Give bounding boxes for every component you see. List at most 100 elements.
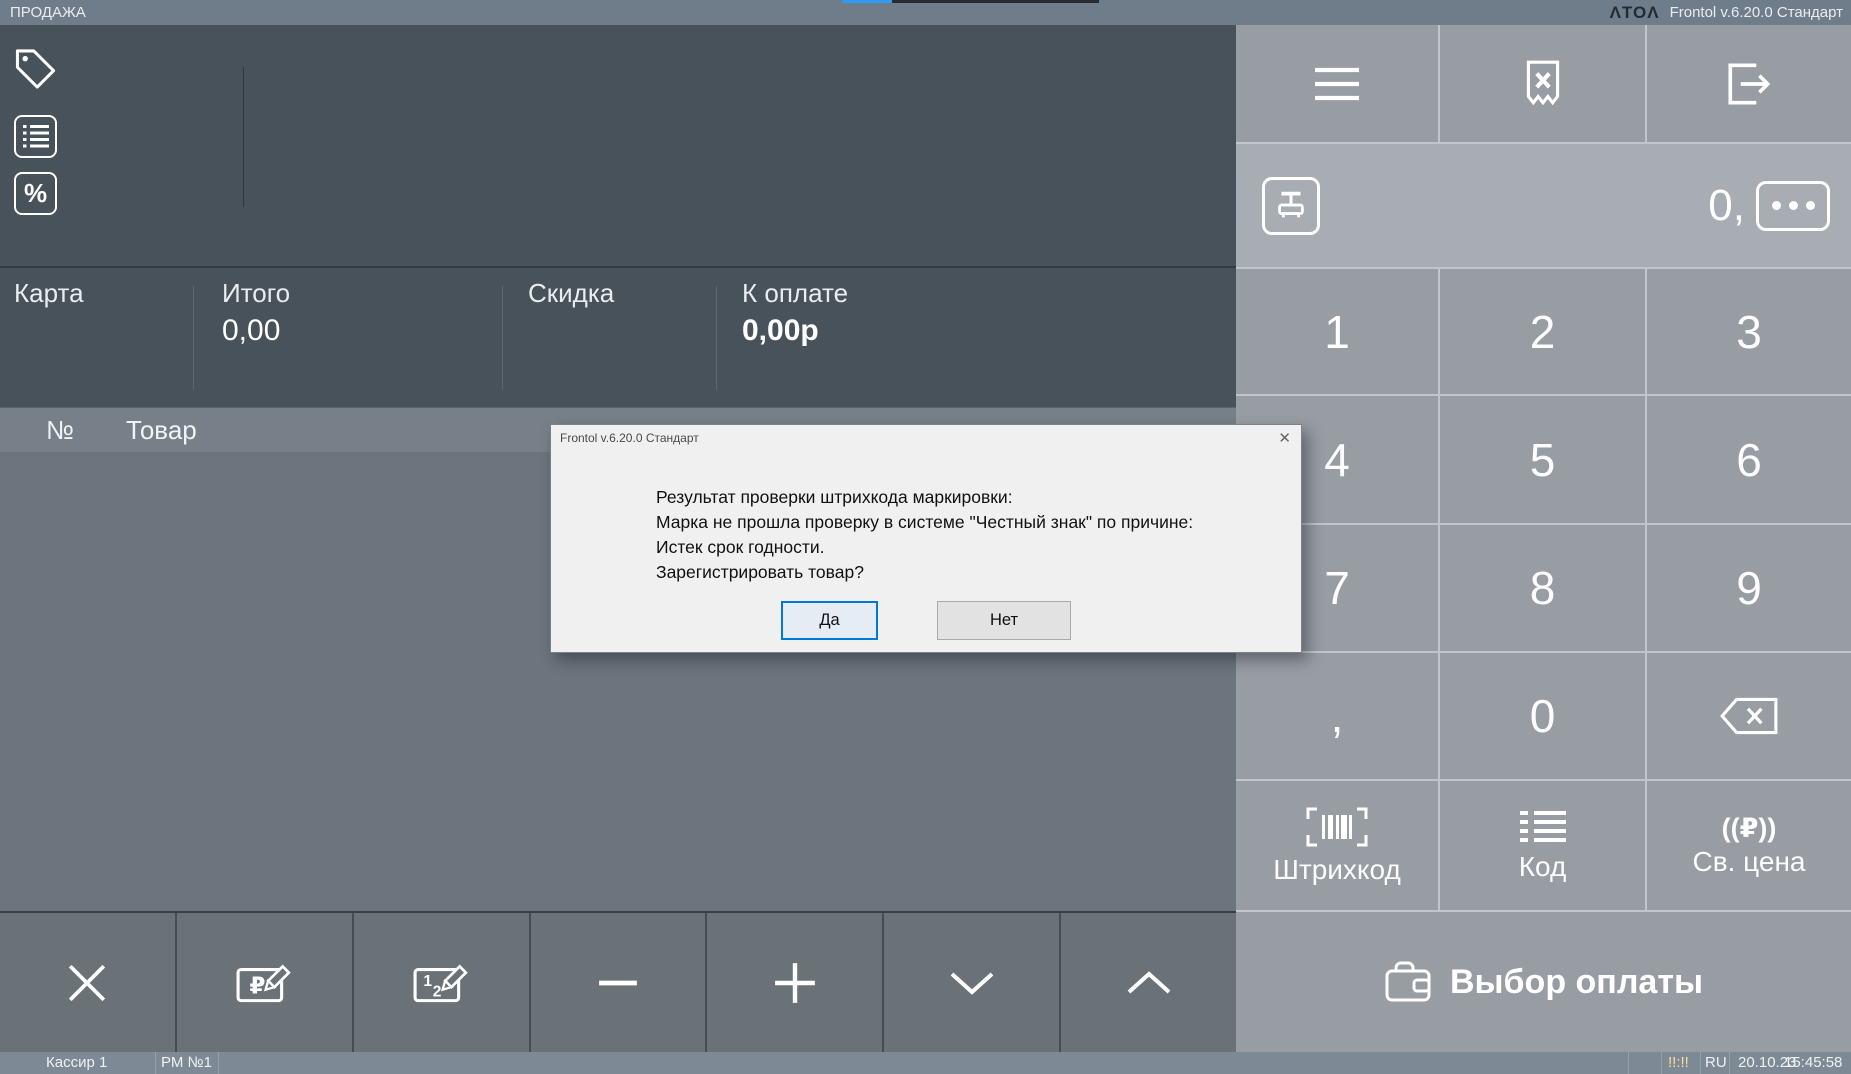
digits-pencil-icon: 1 2 <box>413 959 469 1007</box>
entry-value: 0, <box>1708 181 1745 231</box>
edit-quantity-button[interactable]: 1 2 <box>354 913 531 1052</box>
more-icon <box>1789 201 1798 210</box>
svg-text:₽: ₽ <box>250 972 266 998</box>
mode-title: ПРОДАЖА <box>10 4 86 21</box>
sale-panel: % <box>0 25 1236 266</box>
divider <box>716 286 717 390</box>
chevron-up-icon <box>1125 970 1173 996</box>
tag-button[interactable] <box>14 47 57 90</box>
card-label: Карта <box>14 278 84 309</box>
key-8[interactable]: 8 <box>1440 525 1645 651</box>
decrease-button[interactable] <box>531 913 708 1052</box>
edit-price-button[interactable]: ₽ <box>177 913 354 1052</box>
barcode-button[interactable]: Штрихкод <box>1236 781 1438 910</box>
free-price-icon: ((₽)) <box>1722 813 1777 844</box>
due-label: К оплате <box>742 278 848 309</box>
top-progress-strip-dark <box>892 0 1099 3</box>
top-progress-strip-blue <box>842 0 892 3</box>
discount-button[interactable]: % <box>14 172 57 215</box>
key-1[interactable]: 1 <box>1236 269 1438 394</box>
status-bar: Кассир 1 РМ №1 !!:!! RU 20.10.23 15:45:5… <box>0 1052 1851 1074</box>
increase-button[interactable] <box>707 913 884 1052</box>
entry-field[interactable]: 0, <box>1236 144 1851 267</box>
backspace-button[interactable] <box>1647 653 1851 779</box>
hamburger-menu-icon <box>1313 67 1361 101</box>
dialog-message-line: Зарегистрировать товар? <box>656 562 864 583</box>
yes-button[interactable]: Да <box>781 601 878 640</box>
divider <box>193 286 194 390</box>
exit-button[interactable] <box>1647 25 1851 142</box>
no-button[interactable]: Нет <box>937 601 1071 640</box>
cancel-receipt-button[interactable] <box>1440 25 1645 142</box>
payment-label: Выбор оплаты <box>1450 963 1703 1002</box>
keypad: 0, 1 2 3 4 5 6 7 8 9 , 0 <box>1236 25 1851 1052</box>
code-button[interactable]: Код <box>1440 781 1645 910</box>
language-indicator: RU <box>1705 1054 1727 1071</box>
dialog-message-line: Марка не прошла проверку в системе "Чест… <box>656 512 1193 533</box>
subtotal-label: Итого <box>222 278 290 309</box>
wallet-icon <box>1384 960 1434 1004</box>
key-5[interactable]: 5 <box>1440 396 1645 523</box>
dialog-message-line: Истек срок годности. <box>656 537 825 558</box>
frontol-pos-window: ПРОДАЖА ΛTOΛ Frontol v.6.20.0 Стандарт <box>0 0 1851 1074</box>
cashier-label: Кассир 1 <box>46 1054 107 1071</box>
edit-toolbar: ₽ 1 2 <box>0 911 1236 1052</box>
percent-icon: % <box>24 178 47 209</box>
col-num-header: № <box>46 415 74 446</box>
atol-logo: ΛTOΛ <box>1610 3 1660 23</box>
svg-text:2: 2 <box>433 983 442 1000</box>
more-icon <box>1806 201 1815 210</box>
chevron-down-icon <box>948 970 996 996</box>
view-list-button[interactable] <box>14 115 57 158</box>
minus-icon <box>597 978 639 988</box>
key-comma[interactable]: , <box>1236 653 1438 779</box>
more-icon <box>1772 201 1781 210</box>
scale-button[interactable] <box>1262 177 1320 235</box>
free-price-button[interactable]: ((₽)) Св. цена <box>1647 781 1851 910</box>
divider <box>155 1052 156 1074</box>
weighing-scale-icon <box>1272 187 1310 225</box>
code-label: Код <box>1519 851 1567 883</box>
key-0[interactable]: 0 <box>1440 653 1645 779</box>
title-bar: ПРОДАЖА ΛTOΛ Frontol v.6.20.0 Стандарт <box>0 0 1851 25</box>
key-3[interactable]: 3 <box>1647 269 1851 394</box>
exit-icon <box>1723 60 1775 108</box>
divider <box>1700 1052 1701 1074</box>
divider <box>1628 1052 1629 1074</box>
close-icon[interactable]: ✕ <box>1278 429 1291 447</box>
time-label: 15:45:58 <box>1784 1054 1842 1071</box>
backspace-icon <box>1719 696 1779 736</box>
subtotal-value: 0,00 <box>222 314 280 348</box>
discount-label: Скидка <box>528 278 614 309</box>
svg-text:1: 1 <box>424 973 433 990</box>
key-2[interactable]: 2 <box>1440 269 1645 394</box>
cancel-item-button[interactable] <box>0 913 177 1052</box>
x-cross-icon <box>66 962 108 1004</box>
divider <box>218 1052 219 1074</box>
barcode-label: Штрихкод <box>1273 854 1401 886</box>
dialog-message-line: Результат проверки штрихкода маркировки: <box>656 487 1013 508</box>
ruble-pencil-icon: ₽ <box>236 959 292 1007</box>
price-tag-icon <box>14 46 57 92</box>
marking-check-dialog: Frontol v.6.20.0 Стандарт ✕ Результат пр… <box>550 424 1302 653</box>
scroll-down-button[interactable] <box>884 913 1061 1052</box>
list-icon <box>23 125 49 148</box>
divider <box>1729 1052 1730 1074</box>
receipt-x-icon <box>1524 59 1562 109</box>
app-version-title: Frontol v.6.20.0 Стандарт <box>1670 4 1843 21</box>
barcode-icon <box>1304 806 1370 848</box>
sync-alert-badge: !!:!! <box>1668 1054 1689 1071</box>
menu-button[interactable] <box>1236 25 1438 142</box>
dialog-title: Frontol v.6.20.0 Стандарт <box>560 431 699 445</box>
scroll-up-button[interactable] <box>1061 913 1236 1052</box>
workstation-label: РМ №1 <box>161 1054 212 1071</box>
payment-button[interactable]: Выбор оплаты <box>1236 912 1851 1052</box>
plus-icon <box>773 961 817 1005</box>
divider <box>502 286 503 390</box>
key-6[interactable]: 6 <box>1647 396 1851 523</box>
due-value: 0,00р <box>742 314 819 348</box>
more-options-button[interactable] <box>1756 181 1830 231</box>
key-9[interactable]: 9 <box>1647 525 1851 651</box>
divider <box>1661 1052 1662 1074</box>
divider <box>243 67 244 207</box>
